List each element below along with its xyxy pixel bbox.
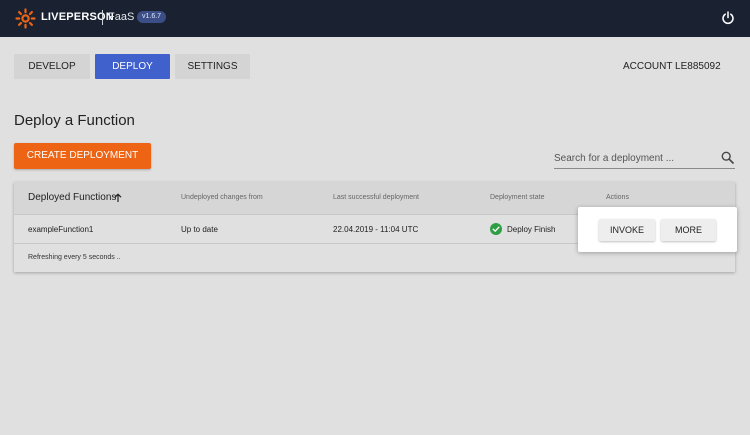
refresh-status: Refreshing every 5 seconds .. bbox=[28, 254, 121, 261]
column-header-undeployed-changes: Undeployed changes from bbox=[181, 194, 263, 201]
function-name: exampleFunction1 bbox=[28, 225, 94, 234]
deployment-state: Deploy Finish bbox=[507, 225, 556, 234]
search-input[interactable] bbox=[554, 150, 714, 166]
account-label: ACCOUNT LE885092 bbox=[623, 61, 721, 72]
arrow-up-icon[interactable] bbox=[114, 193, 122, 203]
column-header-last-deployment: Last successful deployment bbox=[333, 194, 419, 201]
brand-divider bbox=[102, 10, 103, 25]
power-icon[interactable] bbox=[721, 11, 735, 25]
product-name: FaaS bbox=[108, 11, 135, 23]
tab-develop[interactable]: DEVELOP bbox=[14, 54, 90, 79]
tab-deploy[interactable]: DEPLOY bbox=[95, 54, 170, 79]
page-title: Deploy a Function bbox=[14, 112, 135, 129]
last-deployment: 22.04.2019 - 11:04 UTC bbox=[333, 225, 419, 234]
top-bar: LIVEPERSON FaaS v1.6.7 bbox=[0, 0, 750, 37]
version-badge: v1.6.7 bbox=[137, 11, 167, 23]
check-circle-icon bbox=[490, 223, 502, 235]
column-header-deployment-state: Deployment state bbox=[490, 194, 545, 201]
undeployed-changes: Up to date bbox=[181, 225, 218, 234]
column-header-deployed-functions[interactable]: Deployed Functions bbox=[28, 192, 116, 203]
invoke-button[interactable]: INVOKE bbox=[599, 219, 655, 241]
search-field bbox=[554, 148, 735, 169]
tab-settings[interactable]: SETTINGS bbox=[175, 54, 250, 79]
more-button[interactable]: MORE bbox=[661, 219, 716, 241]
column-header-actions: Actions bbox=[606, 194, 629, 201]
search-icon[interactable] bbox=[721, 151, 734, 164]
create-deployment-button[interactable]: CREATE DEPLOYMENT bbox=[14, 143, 151, 169]
sunburst-logo-icon bbox=[15, 8, 36, 29]
actions-menu: INVOKE MORE bbox=[578, 207, 737, 252]
